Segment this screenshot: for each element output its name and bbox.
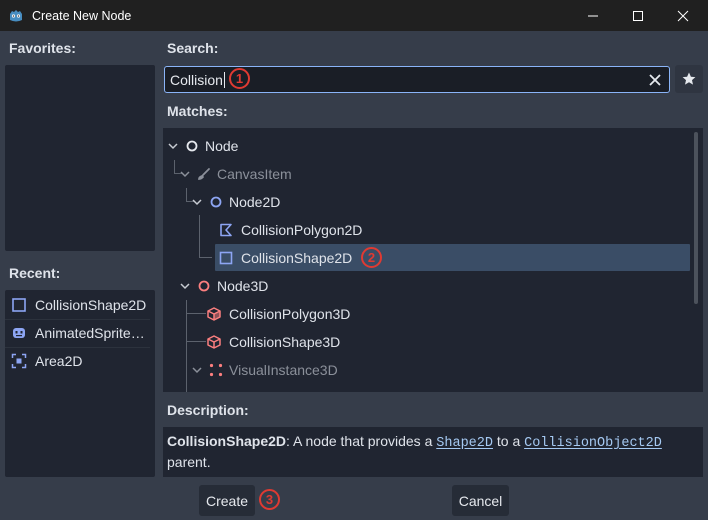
description-panel: CollisionShape2D: A node that provides a… — [163, 427, 703, 477]
cancel-button[interactable]: Cancel — [452, 485, 509, 516]
star-icon — [682, 72, 696, 85]
minimize-icon — [588, 15, 598, 16]
recent-item-animatedsprite[interactable]: AnimatedSprite… — [5, 319, 150, 346]
tree-item-label: CollisionPolygon3D — [229, 306, 351, 322]
step-marker-3: 3 — [259, 489, 280, 510]
description-label: Description: — [167, 402, 249, 418]
node-icon — [186, 140, 198, 152]
canvas-item-icon — [198, 168, 210, 180]
tree-item-collisionpolygon2d[interactable]: CollisionPolygon2D — [219, 216, 362, 244]
recent-item-label: AnimatedSprite… — [35, 324, 145, 341]
recent-panel: CollisionShape2D AnimatedSprite… Area2D — [5, 290, 155, 477]
recent-item-area2d[interactable]: Area2D — [5, 347, 150, 374]
recent-item-label: Area2D — [35, 352, 83, 369]
maximize-button[interactable] — [615, 0, 661, 31]
maximize-icon — [633, 10, 643, 21]
tree-item-label: VisualInstance3D — [229, 362, 338, 378]
search-input-value: Collision — [170, 71, 223, 88]
tree-item-node[interactable]: Node — [168, 132, 238, 160]
tree-item-visualinstance3d[interactable]: VisualInstance3D — [192, 356, 338, 384]
tree-item-label: CanvasItem — [217, 166, 292, 182]
tree-guide — [186, 188, 187, 202]
favorites-panel — [5, 65, 155, 251]
tree-item-label: CollisionShape2D — [241, 250, 353, 266]
tree-guide — [199, 215, 200, 258]
tree-guide — [174, 160, 175, 174]
tree-item-canvasitem[interactable]: CanvasItem — [180, 160, 292, 188]
collision-shape-2d-icon — [12, 297, 26, 312]
tree-item-collisionpolygon3d[interactable]: CollisionPolygon3D — [207, 300, 350, 328]
description-line-1: CollisionShape2D: A node that provides a… — [167, 432, 699, 453]
clear-search-icon[interactable] — [647, 72, 663, 88]
tree-guide — [186, 313, 206, 314]
collisionobject2d-link[interactable]: CollisionObject2D — [524, 436, 662, 451]
recent-item-collisionshape2d[interactable]: CollisionShape2D — [5, 291, 150, 318]
title-bar: Create New Node — [0, 0, 708, 31]
area2d-icon — [11, 353, 27, 368]
collision-shape-2d-icon — [219, 251, 233, 265]
window-title: Create New Node — [32, 8, 132, 23]
tree-guide — [199, 257, 212, 258]
tree-item-label: Node — [205, 138, 239, 154]
collision-polygon-2d-icon — [220, 223, 232, 237]
tree-item-label: Node2D — [229, 194, 281, 210]
tree-item-collisionshape3d[interactable]: CollisionShape3D — [207, 328, 340, 356]
close-icon — [677, 10, 689, 21]
step-marker-2: 2 — [361, 247, 382, 268]
create-button[interactable]: Create — [199, 485, 255, 516]
shape2d-link[interactable]: Shape2D — [436, 436, 493, 451]
description-text: : A node that provides a — [286, 433, 437, 449]
collision-shape-3d-icon — [207, 335, 221, 349]
tree-item-node3d[interactable]: Node3D — [180, 272, 268, 300]
godot-icon — [10, 9, 22, 21]
search-label: Search: — [167, 40, 219, 56]
chevron-down-icon[interactable] — [192, 197, 202, 207]
visual-instance-3d-icon — [209, 363, 223, 377]
minimize-button[interactable] — [570, 0, 616, 31]
description-line-2: parent. — [167, 454, 211, 470]
tree-item-node2d[interactable]: Node2D — [192, 188, 280, 216]
matches-tree[interactable]: Node CanvasItem Node2D CollisionPolygon2… — [163, 128, 703, 392]
recent-label: Recent: — [9, 265, 61, 281]
tree-item-label: Node3D — [217, 278, 269, 294]
close-button[interactable] — [660, 0, 706, 31]
tree-scrollbar[interactable] — [694, 132, 698, 304]
chevron-down-icon[interactable] — [180, 281, 190, 291]
chevron-down-icon[interactable] — [192, 365, 202, 375]
description-node-name: CollisionShape2D — [167, 433, 287, 449]
favorites-label: Favorites: — [9, 40, 76, 56]
description-text: to a — [492, 433, 525, 449]
node3d-icon — [198, 280, 210, 292]
animated-sprite-icon — [13, 327, 25, 338]
collision-polygon-3d-icon — [207, 307, 221, 321]
recent-item-label: CollisionShape2D — [35, 296, 147, 313]
node2d-icon — [210, 196, 222, 208]
favorite-button[interactable] — [675, 65, 703, 93]
tree-item-collisionshape2d[interactable]: CollisionShape2D — [219, 244, 352, 272]
text-caret — [223, 71, 225, 88]
chevron-down-icon[interactable] — [168, 141, 178, 151]
tree-item-label: CollisionShape3D — [229, 334, 341, 350]
chevron-down-icon[interactable] — [180, 169, 190, 179]
matches-label: Matches: — [167, 103, 228, 119]
tree-item-label: CollisionPolygon2D — [241, 222, 363, 238]
step-marker-1: 1 — [229, 68, 250, 89]
tree-guide — [186, 341, 206, 342]
